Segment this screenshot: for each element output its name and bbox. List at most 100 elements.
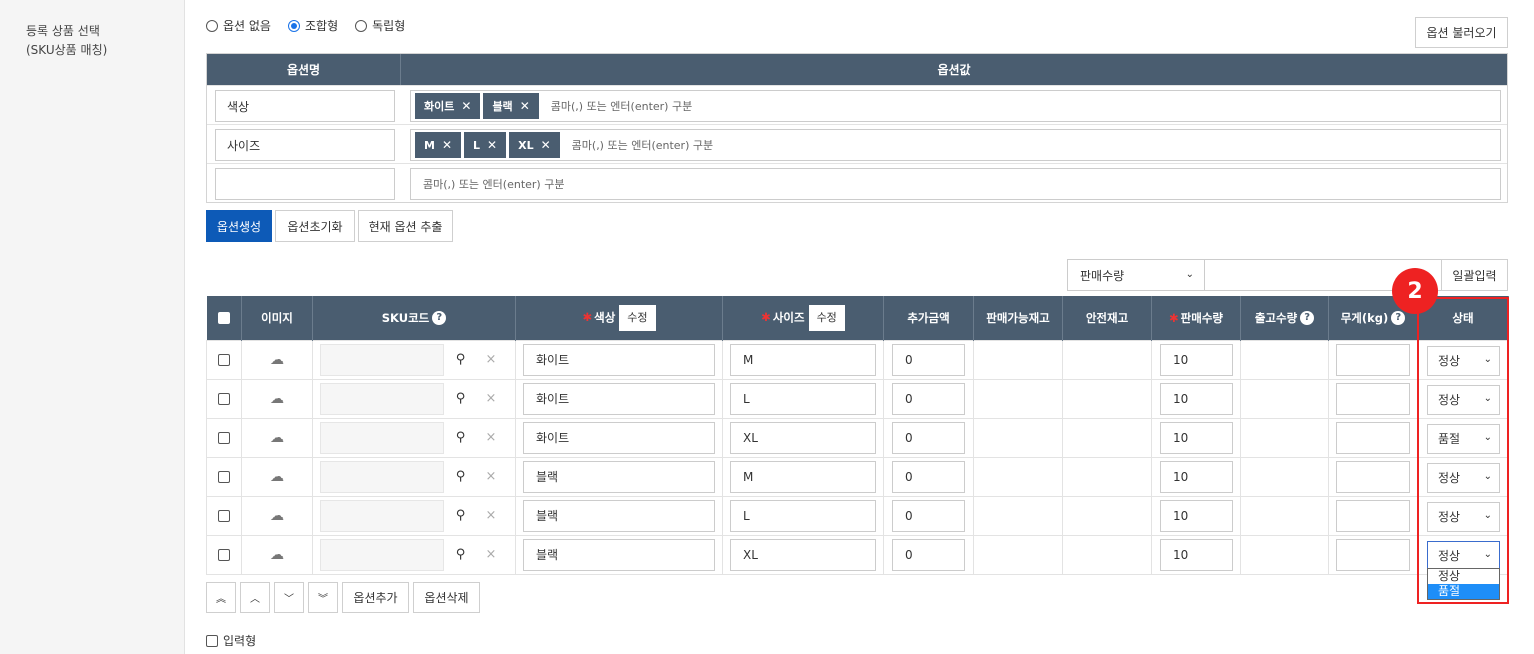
- row-checkbox[interactable]: [218, 354, 230, 366]
- row-checkbox[interactable]: [218, 393, 230, 405]
- sku-input[interactable]: [320, 499, 444, 532]
- radio-dot[interactable]: [206, 19, 218, 32]
- tag-remove-icon[interactable]: ✕: [541, 138, 551, 152]
- edit-size-button[interactable]: 수정: [808, 304, 845, 331]
- weight-input[interactable]: [1336, 343, 1410, 376]
- radio-dot[interactable]: [355, 19, 368, 32]
- load-options-button[interactable]: 옵션 불러오기: [1415, 17, 1508, 48]
- edit-color-button[interactable]: 수정: [619, 304, 656, 331]
- tag-remove-icon[interactable]: ✕: [461, 99, 471, 113]
- move-down-button[interactable]: ﹀: [274, 582, 304, 613]
- search-icon[interactable]: ⚲: [446, 461, 475, 493]
- close-icon[interactable]: ×: [481, 422, 501, 454]
- weight-input[interactable]: [1336, 499, 1410, 532]
- color-input[interactable]: 블랙: [523, 538, 715, 571]
- weight-input[interactable]: [1336, 421, 1410, 454]
- color-input[interactable]: 블랙: [523, 499, 715, 532]
- size-input[interactable]: XL: [730, 538, 876, 571]
- row-checkbox[interactable]: [218, 432, 230, 444]
- close-icon[interactable]: ×: [481, 461, 501, 493]
- tag-remove-icon[interactable]: ✕: [442, 138, 452, 152]
- bulk-apply-button[interactable]: 일괄입력: [1441, 259, 1508, 291]
- sale-qty-input[interactable]: 10: [1160, 382, 1233, 415]
- option-value-input[interactable]: 콤마(,) 또는 엔터(enter) 구분: [410, 168, 1501, 200]
- weight-input[interactable]: [1336, 460, 1410, 493]
- status-select[interactable]: 정상 ⌄: [1427, 462, 1500, 493]
- extra-price-input[interactable]: 0: [892, 421, 965, 454]
- move-up-button[interactable]: ︿: [240, 582, 270, 613]
- close-icon[interactable]: ×: [481, 539, 501, 571]
- sku-input[interactable]: [320, 343, 444, 376]
- option-name-input[interactable]: 사이즈: [215, 129, 395, 161]
- search-icon[interactable]: ⚲: [446, 383, 475, 415]
- radio-independent[interactable]: 독립형: [355, 17, 405, 34]
- sku-input[interactable]: [320, 538, 444, 571]
- delete-option-button[interactable]: 옵션삭제: [413, 582, 480, 613]
- sale-qty-input[interactable]: 10: [1160, 421, 1233, 454]
- generate-options-button[interactable]: 옵션생성: [206, 210, 272, 242]
- help-icon[interactable]: ?: [1300, 311, 1315, 326]
- extra-price-input[interactable]: 0: [892, 343, 965, 376]
- dropdown-option[interactable]: 정상: [1428, 569, 1499, 584]
- sale-qty-input[interactable]: 10: [1160, 343, 1233, 376]
- extract-options-button[interactable]: 현재 옵션 추출: [358, 210, 453, 242]
- search-icon[interactable]: ⚲: [446, 422, 475, 454]
- row-checkbox[interactable]: [218, 510, 230, 522]
- size-input[interactable]: XL: [730, 421, 876, 454]
- input-type-option[interactable]: 입력형: [206, 632, 256, 649]
- color-input[interactable]: 화이트: [523, 421, 715, 454]
- sale-qty-input[interactable]: 10: [1160, 538, 1233, 571]
- color-input[interactable]: 화이트: [523, 343, 715, 376]
- color-input[interactable]: 블랙: [523, 460, 715, 493]
- size-input[interactable]: L: [730, 499, 876, 532]
- option-value-input[interactable]: M ✕ L ✕ XL ✕ 콤마(,) 또는 엔터(enter) 구분: [410, 129, 1501, 161]
- extra-price-input[interactable]: 0: [892, 538, 965, 571]
- size-input[interactable]: M: [730, 460, 876, 493]
- sku-input[interactable]: [320, 421, 444, 454]
- status-select[interactable]: 정상 ⌄: [1427, 384, 1500, 415]
- tag-remove-icon[interactable]: ✕: [520, 99, 530, 113]
- status-dropdown-list[interactable]: 정상 품절: [1427, 568, 1500, 600]
- radio-combination[interactable]: 조합형: [287, 17, 338, 34]
- radio-no-option[interactable]: 옵션 없음: [206, 17, 271, 34]
- status-select[interactable]: 정상 ⌄: [1427, 540, 1500, 571]
- radio-dot-selected[interactable]: [287, 19, 300, 32]
- search-icon[interactable]: ⚲: [446, 500, 475, 532]
- close-icon[interactable]: ×: [481, 344, 501, 376]
- cloud-upload-icon[interactable]: ☁: [270, 391, 284, 407]
- status-select[interactable]: 정상 ⌄: [1427, 345, 1500, 376]
- select-all-checkbox[interactable]: [217, 312, 230, 325]
- size-input[interactable]: L: [730, 382, 876, 415]
- move-top-button[interactable]: ︽: [206, 582, 236, 613]
- option-name-input[interactable]: [215, 168, 395, 200]
- close-icon[interactable]: ×: [481, 383, 501, 415]
- move-bottom-button[interactable]: ︾: [308, 582, 338, 613]
- help-icon[interactable]: ?: [432, 311, 447, 326]
- sku-input[interactable]: [320, 382, 444, 415]
- sku-input[interactable]: [320, 460, 444, 493]
- option-value-input[interactable]: 화이트 ✕ 블랙 ✕ 콤마(,) 또는 엔터(enter) 구분: [410, 90, 1501, 122]
- search-icon[interactable]: ⚲: [446, 539, 475, 571]
- close-icon[interactable]: ×: [481, 500, 501, 532]
- tag-remove-icon[interactable]: ✕: [487, 138, 497, 152]
- option-name-input[interactable]: 색상: [215, 90, 395, 122]
- reset-options-button[interactable]: 옵션초기화: [275, 210, 355, 242]
- input-type-checkbox[interactable]: [206, 634, 218, 647]
- extra-price-input[interactable]: 0: [892, 382, 965, 415]
- color-input[interactable]: 화이트: [523, 382, 715, 415]
- status-select[interactable]: 정상 ⌄: [1427, 501, 1500, 532]
- size-input[interactable]: M: [730, 343, 876, 376]
- cloud-upload-icon[interactable]: ☁: [270, 508, 284, 524]
- search-icon[interactable]: ⚲: [446, 344, 475, 376]
- add-option-button[interactable]: 옵션추가: [342, 582, 409, 613]
- status-select[interactable]: 품절 ⌄: [1427, 423, 1500, 454]
- weight-input[interactable]: [1336, 538, 1410, 571]
- cloud-upload-icon[interactable]: ☁: [270, 469, 284, 485]
- cloud-upload-icon[interactable]: ☁: [270, 430, 284, 446]
- dropdown-option-highlighted[interactable]: 품절: [1428, 584, 1499, 599]
- sale-qty-input[interactable]: 10: [1160, 499, 1233, 532]
- cloud-upload-icon[interactable]: ☁: [270, 547, 284, 563]
- bulk-field-select[interactable]: 판매수량 ⌄: [1067, 259, 1205, 291]
- help-icon[interactable]: ?: [1391, 311, 1406, 326]
- extra-price-input[interactable]: 0: [892, 499, 965, 532]
